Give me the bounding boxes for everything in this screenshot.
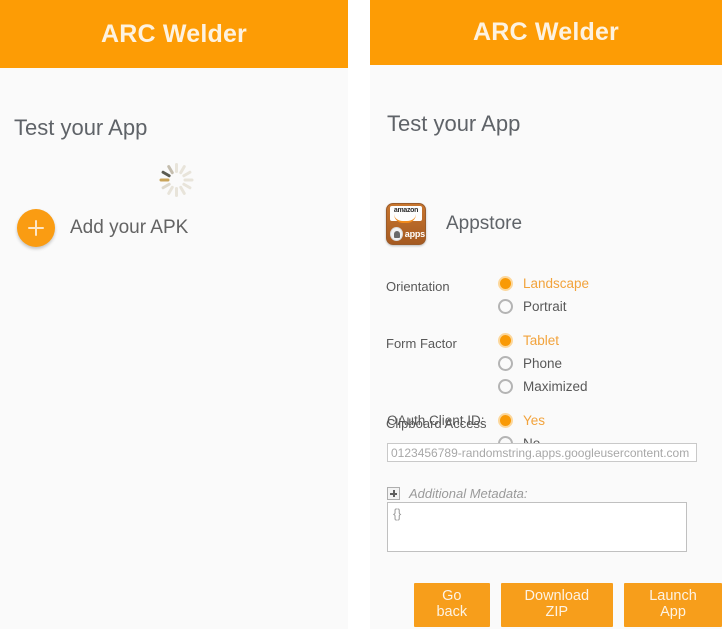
oauth-client-id-label: OAuth Client ID:	[387, 413, 485, 428]
radio-choice-label: Maximized	[523, 379, 588, 394]
spinner-spoke	[174, 163, 178, 173]
radio-unselected-icon[interactable]	[498, 299, 513, 314]
launch-app-button[interactable]: Launch App	[623, 583, 722, 627]
go-back-button[interactable]: Go back	[414, 583, 490, 627]
radio-choice-phone[interactable]: Phone	[498, 356, 618, 371]
option-label: Form Factor	[386, 336, 457, 351]
right-panel-header: ARC Welder	[370, 0, 722, 65]
radio-unselected-icon[interactable]	[498, 379, 513, 394]
additional-metadata-label: Additional Metadata:	[409, 486, 528, 501]
option-choices: Tablet Phone Maximized	[498, 333, 696, 402]
download-zip-button[interactable]: Download ZIP	[500, 583, 613, 627]
right-section-title: Test your App	[387, 111, 521, 136]
option-choices: Landscape Portrait	[498, 276, 696, 322]
radio-selected-icon[interactable]	[498, 413, 513, 428]
additional-metadata-textarea[interactable]	[387, 502, 687, 552]
radio-choice-tablet[interactable]: Tablet	[498, 333, 618, 348]
radio-choice-label: Tablet	[523, 333, 560, 348]
action-button-bar: Go back Download ZIP Launch App	[414, 583, 722, 627]
amazon-smile-icon	[394, 214, 416, 223]
radio-selected-icon[interactable]	[498, 333, 513, 348]
radio-unselected-icon[interactable]	[498, 356, 513, 371]
spinner-spoke	[183, 178, 193, 182]
loading-spinner	[158, 162, 194, 198]
option-row: Orientation Landscape Portrait	[386, 276, 696, 322]
left-panel-title: ARC Welder	[100, 20, 247, 48]
left-section-title: Test your App	[14, 115, 148, 140]
radio-choice-label: Landscape	[523, 276, 590, 291]
radio-selected-icon[interactable]	[498, 276, 513, 291]
radio-choice-label: Portrait	[523, 299, 567, 314]
option-row: Form Factor Tablet Phone Maximized	[386, 333, 696, 402]
add-apk-label: Add your APK	[70, 217, 189, 238]
spinner-spoke	[159, 178, 169, 182]
appstore-icon-bottom: apps	[387, 224, 425, 244]
radio-choice-landscape[interactable]: Landscape	[498, 276, 618, 291]
hand-icon	[390, 227, 403, 241]
amazon-appstore-icon: amazon apps	[386, 203, 426, 245]
left-panel: ARC Welder Test your App Add your APK	[0, 0, 348, 629]
option-label: Orientation	[386, 279, 450, 294]
oauth-client-id-input[interactable]	[387, 443, 697, 462]
radio-choice-maximized[interactable]: Maximized	[498, 379, 618, 394]
radio-choice-label: Yes	[523, 413, 546, 428]
app-name-label: Appstore	[446, 213, 523, 234]
left-panel-header: ARC Welder	[0, 0, 348, 68]
apps-wordmark: apps	[404, 229, 425, 239]
selected-app-row: amazon apps Appstore	[386, 203, 522, 245]
spinner-spoke	[174, 187, 178, 197]
radio-choice-yes[interactable]: Yes	[498, 413, 618, 428]
add-apk-plus-icon[interactable]	[17, 209, 55, 247]
expand-plus-icon[interactable]	[387, 487, 400, 500]
app-options: Orientation Landscape Portrait Form Factor T…	[386, 276, 696, 470]
additional-metadata-header: Additional Metadata:	[387, 486, 528, 501]
radio-choice-portrait[interactable]: Portrait	[498, 299, 618, 314]
add-apk-row[interactable]: Add your APK	[17, 209, 188, 247]
right-panel-title: ARC Welder	[472, 18, 619, 46]
radio-choice-label: Phone	[523, 356, 563, 371]
app-root: ARC Welder Test your App Add your APK AR…	[0, 0, 722, 629]
